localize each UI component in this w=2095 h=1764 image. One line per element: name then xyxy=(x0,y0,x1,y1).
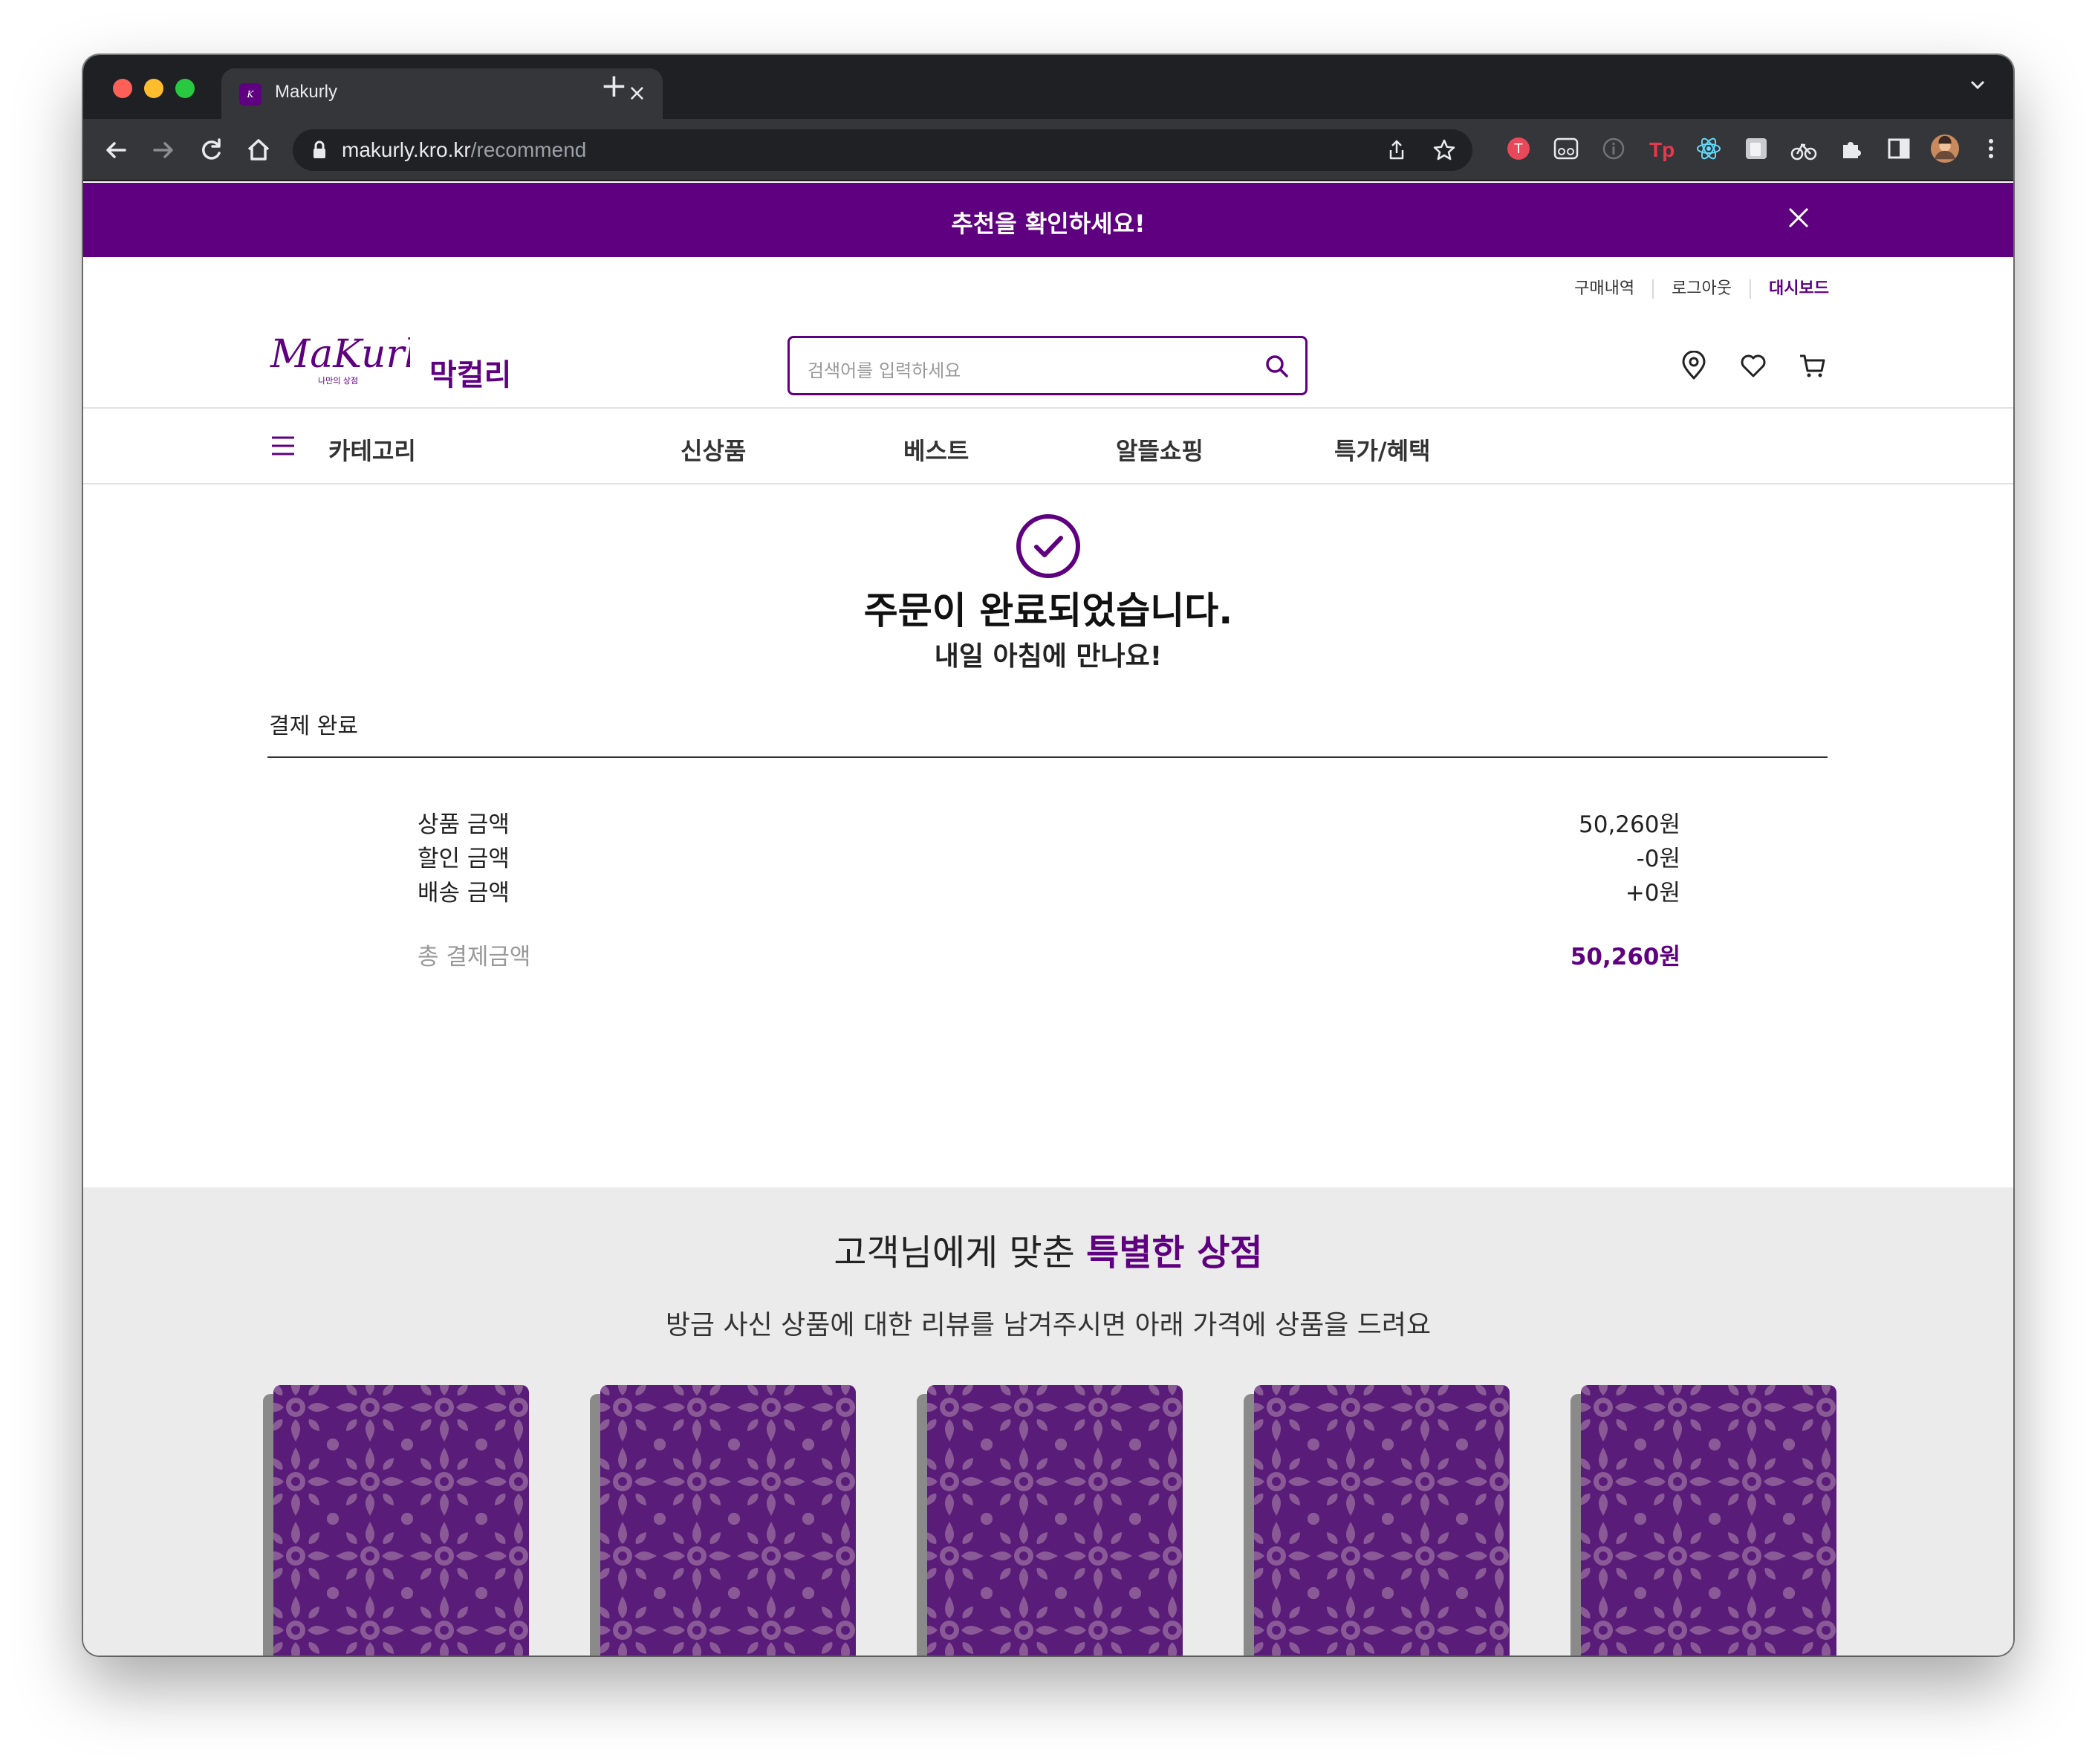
order-complete-title: 주문이 완료되었습니다. xyxy=(863,589,1233,632)
payment-row: 상품 금액 50,260원 xyxy=(418,805,1680,839)
side-panel-icon[interactable] xyxy=(1884,134,1914,163)
close-window-button[interactable] xyxy=(113,79,132,98)
payment-row-label: 할인 금액 xyxy=(418,846,510,872)
payment-total-value: 50,260원 xyxy=(1570,944,1680,970)
nav-new-products[interactable]: 신상품 xyxy=(681,432,746,467)
lock-icon[interactable] xyxy=(311,140,328,160)
browser-window: K Makurly × + makurly.kro.kr/recommend T… xyxy=(83,55,2013,1656)
promo-banner[interactable]: 추천을 확인하세요! xyxy=(83,183,2013,257)
payment-row: 배송 금액 +0원 xyxy=(418,874,1680,907)
payment-section-title: 결제 완료 xyxy=(269,713,358,739)
recommendation-subtitle: 방금 사신 상품에 대한 리뷰를 남겨주시면 아래 가격에 상품을 드려요 xyxy=(665,1310,1432,1340)
payment-total-label: 총 결제금액 xyxy=(418,944,531,970)
home-icon[interactable] xyxy=(242,134,275,166)
payment-row: 할인 금액 -0원 xyxy=(418,840,1680,873)
nav-category[interactable]: 카테고리 xyxy=(328,432,416,467)
svg-text:Tp: Tp xyxy=(1649,138,1675,161)
tab-title: Makurly xyxy=(275,82,338,102)
minimize-window-button[interactable] xyxy=(144,79,163,98)
divider xyxy=(267,756,1828,758)
recommendation-card[interactable] xyxy=(273,1385,529,1656)
address-bar[interactable]: makurly.kro.kr/recommend xyxy=(293,129,1472,171)
damask-pattern xyxy=(1581,1385,1836,1656)
dashboard-link[interactable]: 대시보드 xyxy=(1750,279,1829,299)
maximize-window-button[interactable] xyxy=(175,79,195,98)
stage: K Makurly × + makurly.kro.kr/recommend T… xyxy=(0,0,2095,1764)
url-text[interactable]: makurly.kro.kr/recommend xyxy=(342,138,586,162)
share-icon[interactable] xyxy=(1385,138,1409,162)
payment-total-row: 총 결제금액 50,260원 xyxy=(418,938,1680,971)
cart-icon[interactable] xyxy=(1798,351,1828,380)
brand-name[interactable]: 막컬리 xyxy=(429,351,511,394)
payment-row-value: -0원 xyxy=(1636,846,1680,872)
orders-link[interactable]: 구매내역 xyxy=(1556,279,1652,299)
location-pin-icon[interactable] xyxy=(1679,351,1709,380)
damask-pattern xyxy=(1254,1385,1509,1656)
recommendation-title: 고객님에게 맞춘 특별한 상점 xyxy=(834,1232,1263,1274)
forward-icon[interactable] xyxy=(147,134,180,166)
heart-icon[interactable] xyxy=(1738,351,1768,380)
damask-pattern xyxy=(927,1385,1182,1656)
tab-search-chevron-icon[interactable] xyxy=(1966,73,1990,97)
nav-best[interactable]: 베스트 xyxy=(903,432,969,467)
browser-menu-icon[interactable] xyxy=(1976,134,2006,163)
recommendation-card[interactable] xyxy=(927,1385,1183,1656)
extension-cards-icon[interactable] xyxy=(1741,134,1771,163)
reload-icon[interactable] xyxy=(195,134,227,166)
svg-text:나만의 상점: 나만의 상점 xyxy=(318,376,358,386)
recommendation-section: 고객님에게 맞춘 특별한 상점 방금 사신 상품에 대한 리뷰를 남겨주시면 아… xyxy=(83,1187,2013,1656)
web-page: 추천을 확인하세요! 구매내역 로그아웃 대시보드 MaKurly 나만의 상점… xyxy=(83,183,2013,1656)
order-complete-subtitle: 내일 아침에 만나요! xyxy=(934,641,1163,672)
main-navigation: 카테고리 신상품 베스트 알뜰쇼핑 특가/혜택 xyxy=(83,407,2013,484)
tab-close-icon[interactable]: × xyxy=(628,80,646,106)
damask-pattern xyxy=(273,1385,528,1656)
favicon-icon: K xyxy=(239,83,262,106)
extension-bike-icon[interactable] xyxy=(1789,134,1819,163)
extension-red-icon[interactable]: T xyxy=(1504,134,1533,163)
close-icon[interactable] xyxy=(1786,205,1811,230)
extension-tp-icon[interactable]: Tp xyxy=(1646,134,1676,163)
promo-text[interactable]: 추천을 확인하세요! xyxy=(83,205,2013,239)
svg-text:T: T xyxy=(1514,141,1524,157)
tab-bar: K Makurly × + xyxy=(83,55,2013,119)
svg-text:MaKurly: MaKurly xyxy=(270,332,410,377)
nav-thrifty-shopping[interactable]: 알뜰쇼핑 xyxy=(1116,432,1204,467)
recommendation-card[interactable] xyxy=(600,1385,856,1656)
nav-special-deals[interactable]: 특가/혜택 xyxy=(1334,432,1430,467)
new-tab-icon[interactable]: + xyxy=(600,70,628,103)
payment-row-value: 50,260원 xyxy=(1579,811,1680,838)
react-devtools-icon[interactable] xyxy=(1694,134,1724,163)
user-menu: 구매내역 로그아웃 대시보드 xyxy=(1556,279,1829,299)
extensions-puzzle-icon[interactable] xyxy=(1836,134,1866,163)
payment-row-label: 배송 금액 xyxy=(418,880,510,907)
makurly-logo[interactable]: MaKurly 나만의 상점 xyxy=(269,330,410,388)
hamburger-menu-icon[interactable] xyxy=(270,434,296,458)
search-icon[interactable] xyxy=(1264,353,1290,380)
payment-row-value: +0원 xyxy=(1625,880,1680,907)
bookmark-star-icon[interactable] xyxy=(1432,138,1456,162)
search-input[interactable]: 검색어를 입력하세요 xyxy=(787,336,1308,395)
recommendation-card[interactable] xyxy=(1581,1385,1836,1656)
back-icon[interactable] xyxy=(100,134,132,166)
extension-info-icon[interactable] xyxy=(1599,134,1628,163)
profile-avatar[interactable] xyxy=(1930,134,1960,163)
damask-pattern xyxy=(600,1385,855,1656)
extension-glasses-icon[interactable] xyxy=(1551,134,1581,163)
search-placeholder: 검색어를 입력하세요 xyxy=(808,360,961,381)
logout-link[interactable]: 로그아웃 xyxy=(1652,279,1750,299)
browser-tab[interactable]: K Makurly × xyxy=(221,68,663,119)
check-circle-icon xyxy=(1016,514,1080,578)
recommendation-card[interactable] xyxy=(1254,1385,1510,1656)
browser-toolbar: makurly.kro.kr/recommend T Tp xyxy=(83,119,2013,181)
payment-row-label: 상품 금액 xyxy=(418,811,510,838)
